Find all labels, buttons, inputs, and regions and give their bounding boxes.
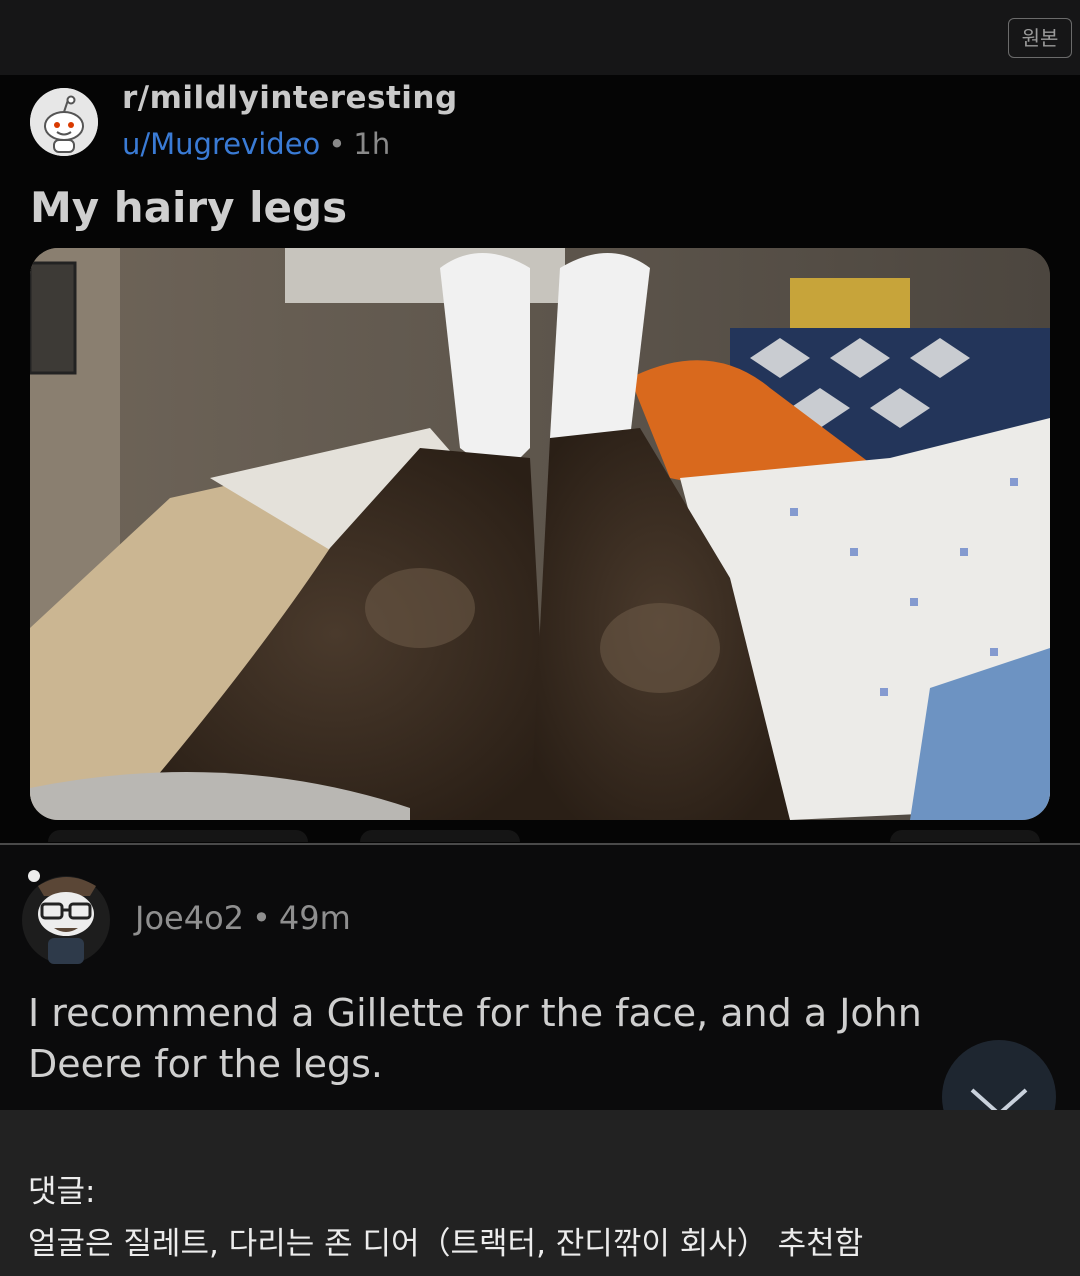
comment-body: I recommend a Gillette for the face, and… — [28, 991, 922, 1086]
comment-author[interactable]: Joe4o2 — [135, 899, 244, 937]
caption-label: 댓글: — [28, 1174, 96, 1210]
action-bar-hint — [360, 830, 520, 842]
comment-age: 49m — [278, 899, 351, 937]
top-bar: 원본 — [0, 0, 1080, 75]
legs-photo-image — [30, 248, 1050, 820]
comment-meta: Joe4o2 • 49m — [135, 899, 351, 937]
snoo-avatar-icon — [22, 870, 110, 964]
post-meta: u/Mugrevideo • 1h — [122, 127, 390, 161]
meta-separator: • — [328, 127, 346, 161]
subreddit-name[interactable]: r/mildlyinteresting — [122, 80, 458, 116]
original-button[interactable]: 원본 — [1008, 18, 1072, 58]
reddit-snoo-icon — [30, 88, 98, 156]
subreddit-avatar[interactable] — [30, 88, 98, 156]
post-age: 1h — [353, 127, 391, 161]
action-bar-hint — [890, 830, 1040, 842]
commenter-avatar[interactable] — [20, 866, 112, 966]
post-photo[interactable] — [30, 248, 1050, 820]
divider — [0, 843, 1080, 845]
action-bar-hint — [48, 830, 308, 842]
post-title[interactable]: My hairy legs — [30, 183, 347, 232]
meta-separator: • — [252, 899, 271, 937]
post-author-link[interactable]: u/Mugrevideo — [122, 127, 320, 161]
caption-translation: 얼굴은 질레트, 다리는 존 디어（트랙터, 잔디깎이 회사） 추천함 — [28, 1226, 864, 1262]
